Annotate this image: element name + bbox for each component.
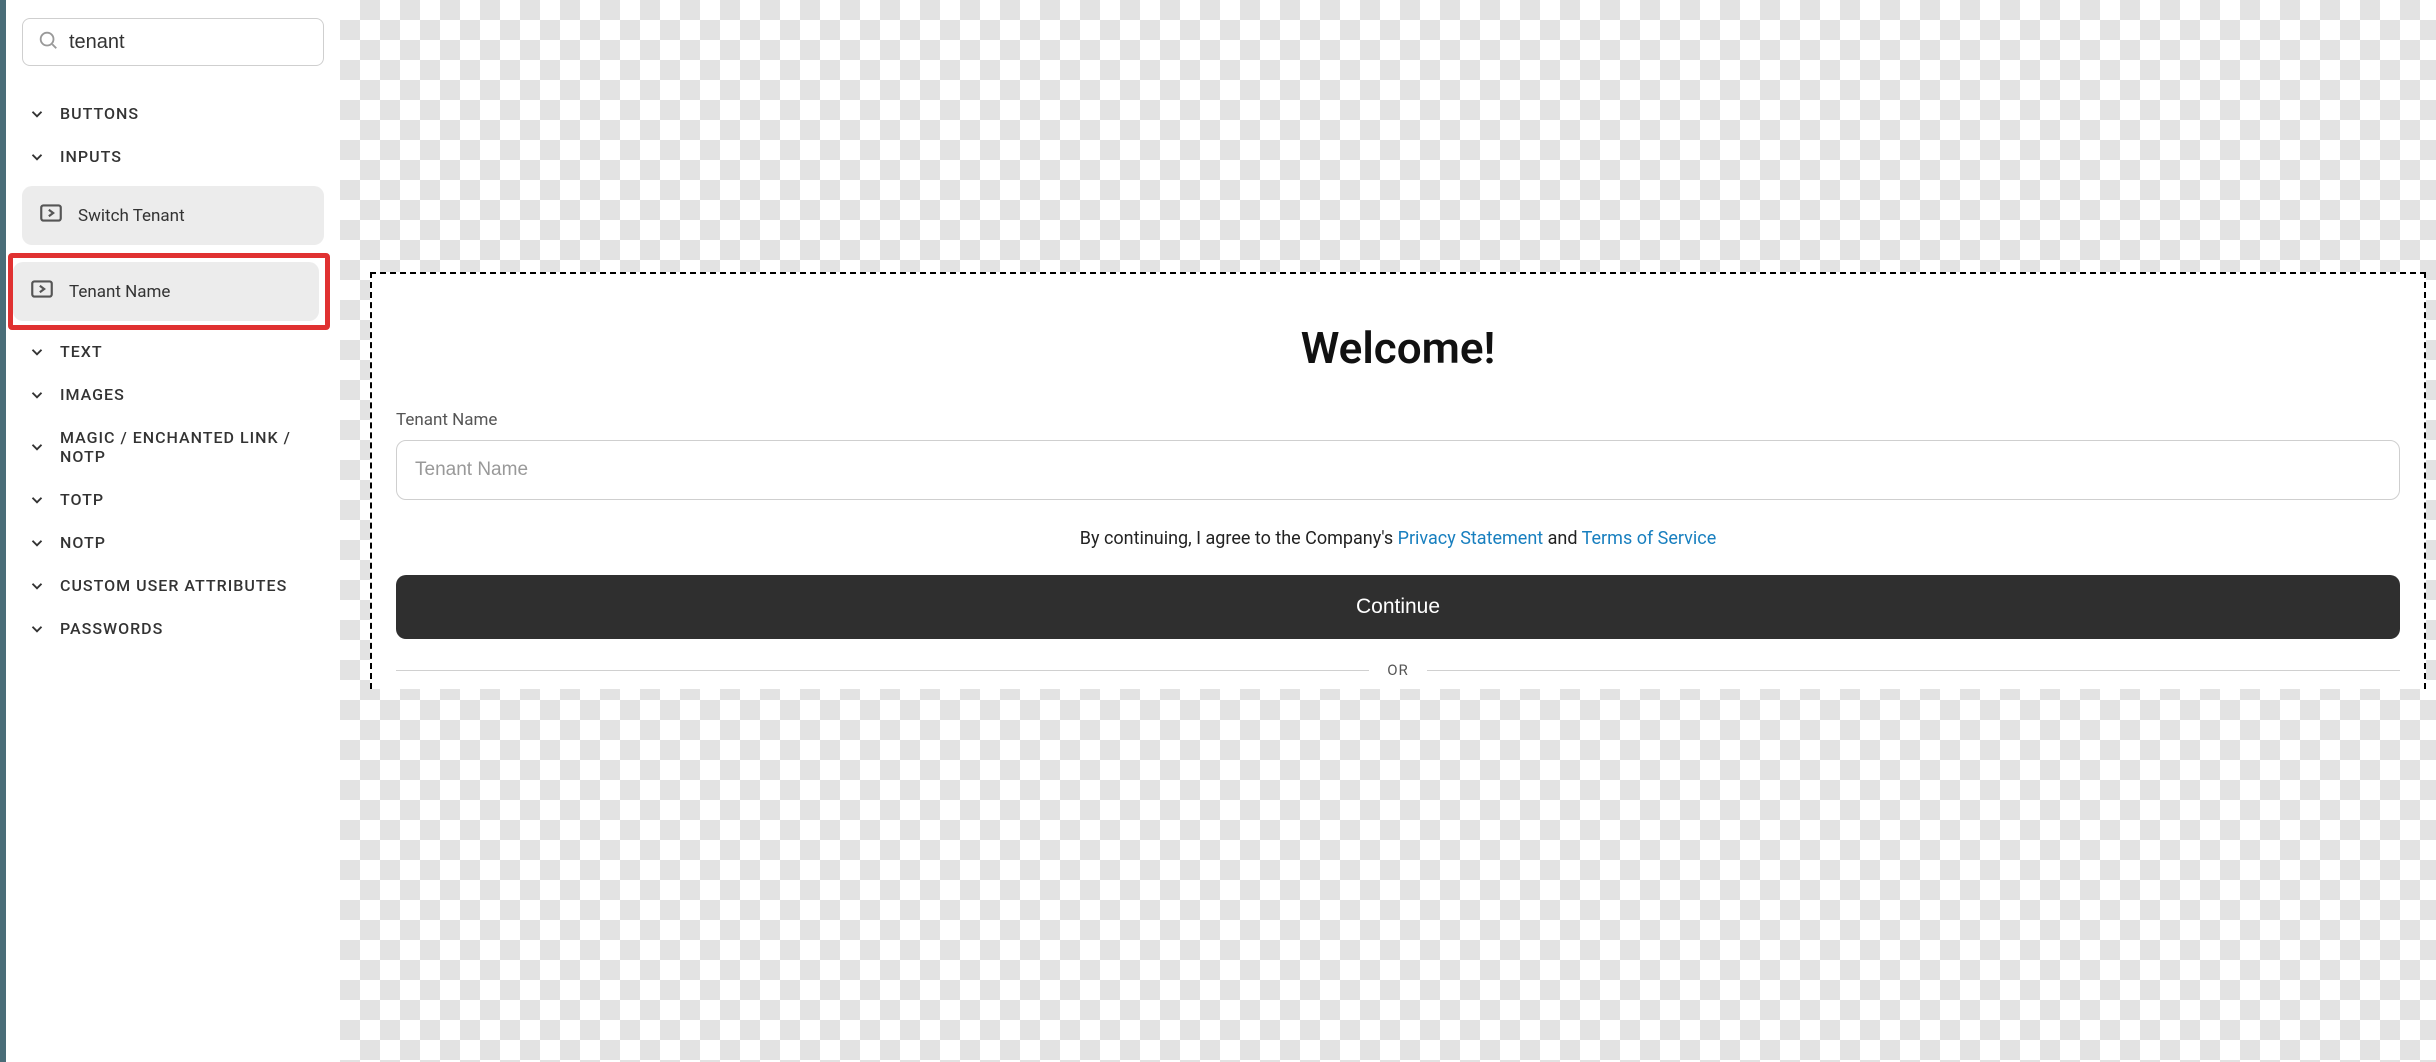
category-notp[interactable]: NOTP (22, 521, 324, 564)
consent-mid: and (1543, 528, 1581, 549)
search-input[interactable] (69, 31, 309, 54)
input-icon (38, 200, 64, 231)
component-tenant-name[interactable]: Tenant Name (13, 262, 319, 321)
form-card[interactable]: Welcome! Tenant Name By continuing, I ag… (370, 272, 2426, 689)
category-label: TOTP (60, 490, 104, 509)
category-label: Inputs (60, 147, 122, 166)
category-magic-link[interactable]: Magic / Enchanted Link / NOTP (22, 416, 324, 478)
category-custom-user-attributes[interactable]: Custom User Attributes (22, 564, 324, 607)
component-sidebar: Buttons Inputs Switch Tenant Tenant Name (0, 0, 340, 1062)
category-label: Buttons (60, 104, 139, 123)
category-label: Magic / Enchanted Link / NOTP (60, 428, 318, 466)
consent-text: By continuing, I agree to the Company's … (396, 528, 2400, 549)
category-label: NOTP (60, 533, 106, 552)
chevron-down-icon (28, 620, 46, 638)
chevron-down-icon (28, 148, 46, 166)
category-images[interactable]: Images (22, 373, 324, 416)
category-label: Images (60, 385, 125, 404)
tenant-name-input[interactable] (396, 440, 2400, 500)
continue-button[interactable]: Continue (396, 575, 2400, 639)
page-title: Welcome! (396, 322, 2400, 374)
search-input-wrap[interactable] (22, 18, 324, 66)
divider-label: OR (1387, 661, 1409, 679)
category-text[interactable]: Text (22, 330, 324, 373)
category-buttons[interactable]: Buttons (22, 92, 324, 135)
category-label: Custom User Attributes (60, 576, 287, 595)
chevron-down-icon (28, 491, 46, 509)
terms-of-service-link[interactable]: Terms of Service (1582, 528, 1717, 549)
consent-prefix: By continuing, I agree to the Company's (1080, 528, 1398, 549)
search-icon (37, 29, 59, 55)
category-label: Text (60, 342, 103, 361)
category-passwords[interactable]: Passwords (22, 607, 324, 650)
chevron-down-icon (28, 343, 46, 361)
chevron-down-icon (28, 438, 46, 456)
chevron-down-icon (28, 105, 46, 123)
selected-component-highlight: Tenant Name (8, 253, 330, 330)
chevron-down-icon (28, 534, 46, 552)
category-label: Passwords (60, 619, 163, 638)
tenant-name-label: Tenant Name (396, 410, 2400, 430)
component-label: Switch Tenant (78, 206, 185, 226)
chevron-down-icon (28, 577, 46, 595)
divider-line (396, 670, 1369, 671)
divider-line (1427, 670, 2400, 671)
category-inputs[interactable]: Inputs (22, 135, 324, 178)
design-canvas[interactable]: Welcome! Tenant Name By continuing, I ag… (340, 0, 2436, 1062)
chevron-down-icon (28, 386, 46, 404)
component-switch-tenant[interactable]: Switch Tenant (22, 186, 324, 245)
component-label: Tenant Name (69, 282, 170, 302)
input-icon (29, 276, 55, 307)
privacy-statement-link[interactable]: Privacy Statement (1398, 528, 1544, 549)
or-divider: OR (396, 661, 2400, 679)
category-totp[interactable]: TOTP (22, 478, 324, 521)
